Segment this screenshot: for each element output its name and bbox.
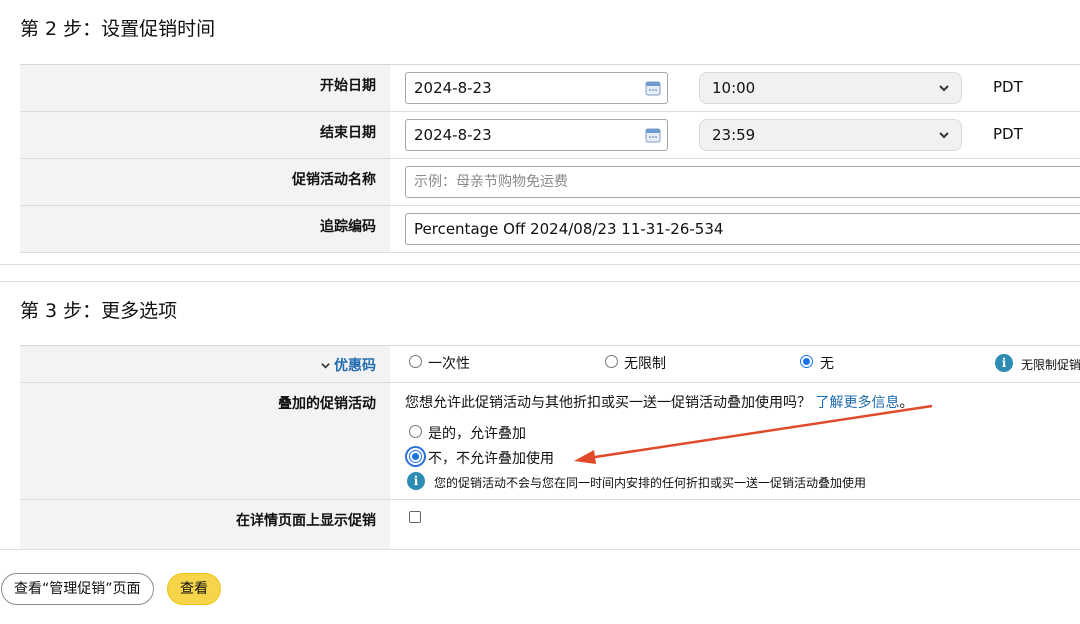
promo-name-input[interactable]: 示例：母亲节购物免运费 xyxy=(405,166,1080,198)
start-date-row: 开始日期 2024-8-23 10:00 PDT xyxy=(20,65,1080,112)
coupon-radio-none[interactable] xyxy=(800,355,813,368)
end-date-row: 结束日期 2024-8-23 23:59 PDT xyxy=(20,112,1080,159)
stacking-option-label: 是的，允许叠加 xyxy=(428,426,526,442)
coupon-radio-one-time[interactable] xyxy=(409,355,422,368)
coupon-row: 优惠码 一次性 无限制 无 i 无限制促销 xyxy=(20,346,1080,383)
chevron-down-icon xyxy=(321,363,330,369)
info-icon: i xyxy=(407,472,425,490)
start-time-select[interactable]: 10:00 xyxy=(699,72,962,104)
end-date-input[interactable]: 2024-8-23 xyxy=(405,119,668,151)
calendar-icon[interactable] xyxy=(645,80,661,96)
display-label: 在详情页面上显示促销 xyxy=(236,513,376,529)
coupon-option-label: 无限制 xyxy=(624,356,666,372)
coupon-toggle[interactable]: 优惠码 xyxy=(320,355,376,375)
tracking-code-label: 追踪编码 xyxy=(320,219,376,235)
chevron-down-icon xyxy=(939,132,949,139)
coupon-option-label: 无 xyxy=(820,356,834,372)
end-time-select[interactable]: 23:59 xyxy=(699,119,962,151)
calendar-icon[interactable] xyxy=(645,127,661,143)
start-timezone: PDT xyxy=(993,78,1023,96)
chevron-down-icon xyxy=(939,85,949,92)
section-divider xyxy=(0,264,1080,265)
view-button[interactable]: 查看 xyxy=(167,573,221,605)
promo-name-row: 促销活动名称 示例：母亲节购物免运费 xyxy=(20,159,1080,206)
info-icon: i xyxy=(995,354,1013,372)
end-date-label: 结束日期 xyxy=(320,125,376,141)
section-divider xyxy=(0,281,1080,282)
manage-promotions-button[interactable]: 查看“管理促销”页面 xyxy=(1,573,154,605)
stacking-radio-disallow[interactable] xyxy=(409,450,422,463)
step2-form: 开始日期 2024-8-23 10:00 PDT 结束日期 2024-8-23 xyxy=(20,64,1080,253)
step2-title: 第 2 步：设置促销时间 xyxy=(20,18,216,40)
tracking-code-row: 追踪编码 Percentage Off 2024/08/23 11-31-26-… xyxy=(20,206,1080,253)
stacking-label: 叠加的促销活动 xyxy=(278,396,376,412)
display-checkbox[interactable] xyxy=(409,511,421,523)
stacking-info-text: 您的促销活动不会与您在同一时间内安排的任何折扣或买一送一促销活动叠加使用 xyxy=(434,476,867,490)
step3-title: 第 3 步：更多选项 xyxy=(20,300,178,322)
stacking-radio-allow[interactable] xyxy=(409,425,422,438)
start-date-label: 开始日期 xyxy=(320,78,376,94)
annotation-arrow xyxy=(574,404,933,464)
end-timezone: PDT xyxy=(993,125,1023,143)
footer-divider xyxy=(0,549,1080,550)
coupon-radio-unlimited[interactable] xyxy=(605,355,618,368)
promo-name-label: 促销活动名称 xyxy=(292,172,376,188)
start-date-input[interactable]: 2024-8-23 xyxy=(405,72,668,104)
display-row: 在详情页面上显示促销 xyxy=(20,500,1080,550)
coupon-info-text: 无限制促销 xyxy=(1021,358,1080,372)
stacking-option-label: 不，不允许叠加使用 xyxy=(428,451,554,467)
coupon-option-label: 一次性 xyxy=(428,356,470,372)
tracking-code-input[interactable]: Percentage Off 2024/08/23 11-31-26-534 xyxy=(405,213,1080,245)
